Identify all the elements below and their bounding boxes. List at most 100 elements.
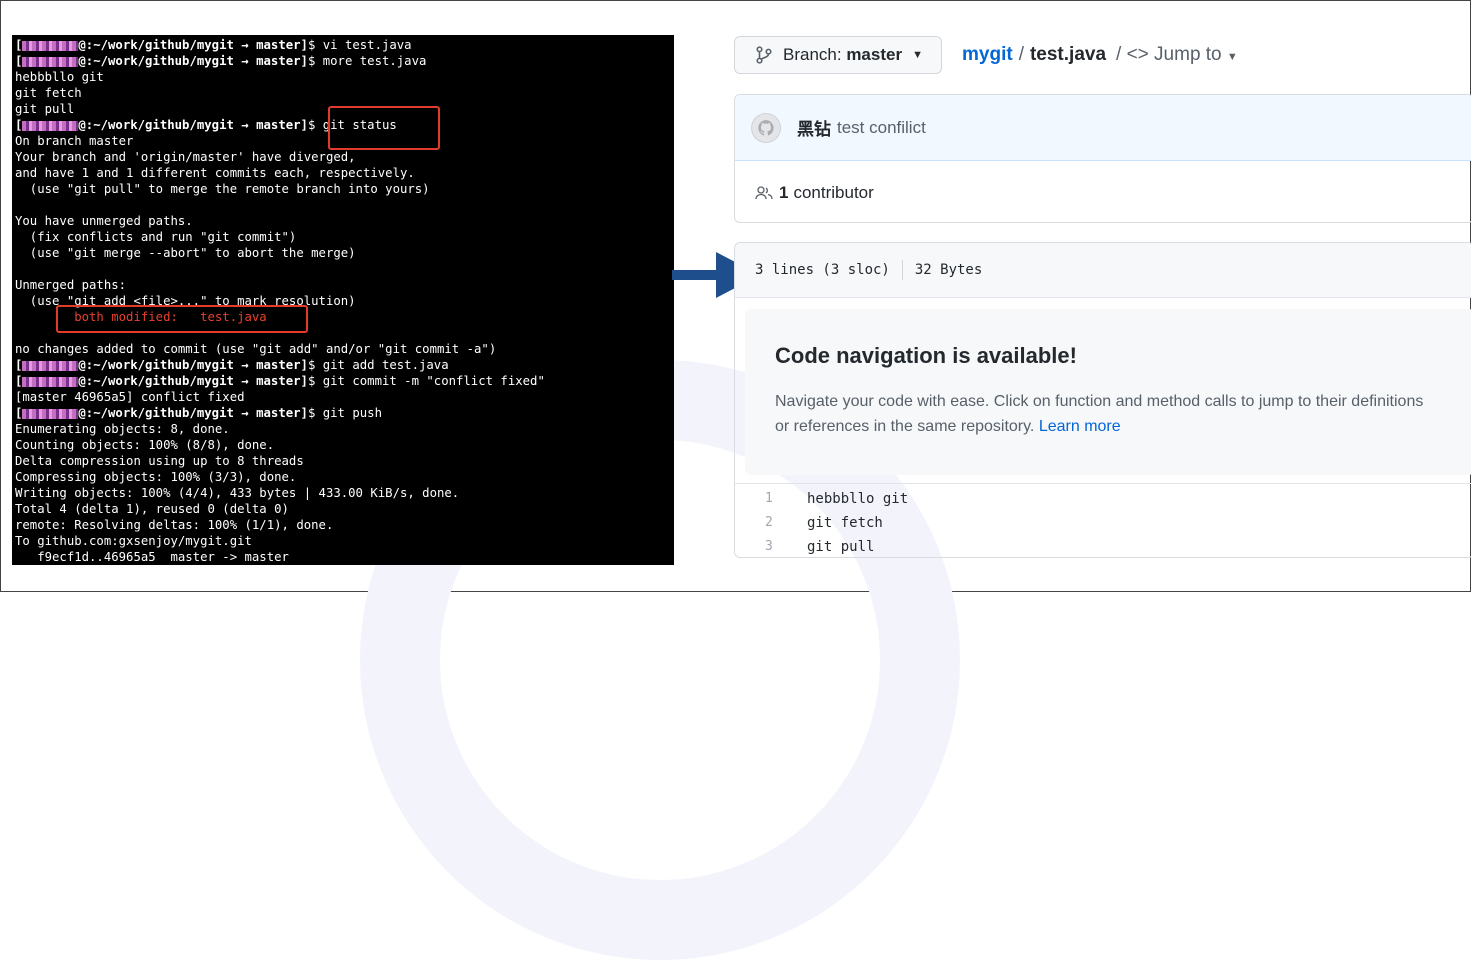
github-avatar-icon[interactable]: [751, 112, 781, 143]
terminal-output-line: You have unmerged paths.: [15, 214, 193, 228]
prompt-branch: master: [256, 118, 301, 132]
code-line: 2 git fetch: [735, 511, 1471, 535]
terminal-output-line: f9ecf1d..46965a5 master -> master: [15, 550, 289, 564]
commit-row: 黑钻 test confilict: [735, 95, 1471, 161]
code-line: 1 hebbbllo git: [735, 487, 1471, 511]
terminal-output-line: Total 4 (delta 1), reused 0 (delta 0): [15, 502, 289, 516]
masked-username: [22, 376, 79, 387]
code-nav-title: Code navigation is available!: [775, 343, 1077, 368]
caret-down-icon: ▼: [1226, 51, 1238, 63]
prompt-bracket: [: [15, 358, 23, 372]
people-icon: [755, 185, 773, 199]
prompt-bracket: ]: [300, 38, 308, 52]
terminal-output-line: hebbbllo git: [15, 70, 104, 84]
branch-select-button[interactable]: Branch: master ▼: [734, 36, 942, 74]
file-size: 32 Bytes: [914, 262, 983, 278]
terminal-output-line: To github.com:gxsenjoy/mygit.git: [15, 534, 252, 548]
prompt-path: @:~/work/github/mygit: [78, 406, 234, 420]
terminal-command: $ git add test.java: [307, 358, 449, 372]
terminal-output-line: [master 46965a5] conflict fixed: [15, 390, 245, 404]
jump-to-menu[interactable]: / <> Jump to ▼: [1116, 44, 1238, 66]
branch-prefix: Branch:: [783, 45, 847, 64]
prompt-arrow: →: [233, 374, 257, 388]
terminal-prompt-line: [ @:~/work/github/mygit → master]$ more t…: [15, 53, 426, 69]
prompt-arrow: →: [233, 406, 257, 420]
terminal-output-line: Compressing objects: 100% (3/3), done.: [15, 470, 297, 484]
line-content: git fetch: [807, 515, 883, 531]
prompt-arrow: →: [233, 118, 257, 132]
breadcrumb: mygit / test.java / <> Jump to ▼: [962, 44, 1238, 66]
line-number[interactable]: 2: [765, 511, 785, 535]
terminal-output-line: (fix conflicts and run "git commit"): [15, 230, 297, 244]
contributors-row[interactable]: 1 contributor: [735, 161, 1471, 222]
code-line: 3 git pull: [735, 535, 1471, 557]
prompt-bracket: [: [15, 54, 23, 68]
learn-more-link[interactable]: Learn more: [1039, 418, 1121, 435]
prompt-path: @:~/work/github/mygit: [78, 118, 234, 132]
branch-name: master: [846, 45, 903, 64]
terminal-output-line: On branch master: [15, 134, 134, 148]
masked-username: [22, 40, 79, 51]
prompt-bracket: ]: [300, 406, 308, 420]
terminal-output-line: git fetch: [15, 86, 82, 100]
jump-to-label: / <> Jump to: [1116, 44, 1222, 65]
code-nav-description: Navigate your code with ease. Click on f…: [775, 389, 1435, 439]
file-view-box: 3 lines (3 sloc) 32 Bytes Code navigatio…: [734, 242, 1471, 558]
terminal-prompt-line: [ @:~/work/github/mygit → master]$ vi tes…: [15, 37, 412, 53]
terminal-prompt-line: [@:~/work/github/mygit → master]$ git pu…: [15, 405, 382, 421]
line-number[interactable]: 1: [765, 487, 785, 511]
masked-username: [22, 120, 79, 131]
terminal-command: $ git push: [307, 406, 382, 420]
terminal-command: $ more test.java: [307, 54, 427, 68]
contributor-label: contributor: [793, 182, 874, 202]
prompt-arrow: →: [233, 54, 257, 68]
git-branch-icon: [756, 46, 772, 64]
terminal-output-line: no changes added to commit (use "git add…: [15, 342, 497, 356]
masked-username: [22, 56, 79, 67]
terminal-command: $ git commit -m "conflict fixed": [307, 374, 545, 388]
prompt-branch: master: [256, 38, 301, 52]
terminal-command: $ vi test.java: [307, 38, 412, 52]
prompt-bracket: ]: [300, 358, 308, 372]
file-info-header: 3 lines (3 sloc) 32 Bytes: [735, 243, 1471, 298]
repo-link[interactable]: mygit: [962, 44, 1013, 66]
prompt-path: @:~/work/github/mygit: [78, 358, 234, 372]
commit-message[interactable]: test confilict: [837, 118, 926, 138]
prompt-path: @:~/work/github/mygit: [78, 374, 234, 388]
code-navigation-popover: Code navigation is available! Navigate y…: [745, 309, 1471, 475]
line-content: git pull: [807, 539, 875, 555]
prompt-bracket: ]: [300, 374, 308, 388]
prompt-bracket: [: [15, 38, 23, 52]
prompt-path: @:~/work/github/mygit: [78, 54, 234, 68]
prompt-bracket: [: [15, 374, 23, 388]
terminal-prompt-line: [ @:~/work/github/mygit → master]$ git ad…: [15, 357, 449, 373]
file-name: test.java: [1029, 44, 1107, 65]
terminal-output-line: (use "git pull" to merge the remote bran…: [15, 182, 430, 196]
terminal-output-line: (use "git merge --abort" to abort the me…: [15, 246, 356, 260]
octocat-icon: [758, 119, 774, 135]
terminal-output-line: and have 1 and 1 different commits each,…: [15, 166, 415, 180]
masked-username: [22, 360, 79, 371]
prompt-path: @:~/work/github/mygit: [78, 38, 234, 52]
terminal-output-line: Enumerating objects: 8, done.: [15, 422, 230, 436]
both-modified-highlight-box: [56, 305, 308, 333]
terminal-output-line: Counting objects: 100% (8/8), done.: [15, 438, 275, 452]
prompt-arrow: →: [233, 38, 257, 52]
terminal-output-line: git pull: [15, 102, 75, 116]
terminal-prompt-line: [@:~/work/github/mygit → master]$ git co…: [15, 373, 545, 389]
commit-author[interactable]: 黑钻: [797, 115, 831, 140]
git-status-highlight-box: [328, 106, 440, 150]
prompt-arrow: →: [233, 358, 257, 372]
prompt-bracket: ]: [300, 118, 308, 132]
terminal-output-line: Writing objects: 100% (4/4), 433 bytes |…: [15, 486, 460, 500]
line-count: 3 lines (3 sloc): [755, 262, 890, 278]
line-number[interactable]: 3: [765, 535, 785, 557]
prompt-branch: master: [256, 358, 301, 372]
caret-down-icon: ▼: [912, 49, 923, 61]
prompt-bracket: ]: [300, 54, 308, 68]
contributor-count: 1: [779, 182, 789, 202]
prompt-branch: master: [256, 54, 301, 68]
prompt-bracket: [: [15, 406, 23, 420]
header-divider: [901, 260, 903, 280]
latest-commit-box: 黑钻 test confilict 1 contributor: [734, 94, 1471, 223]
